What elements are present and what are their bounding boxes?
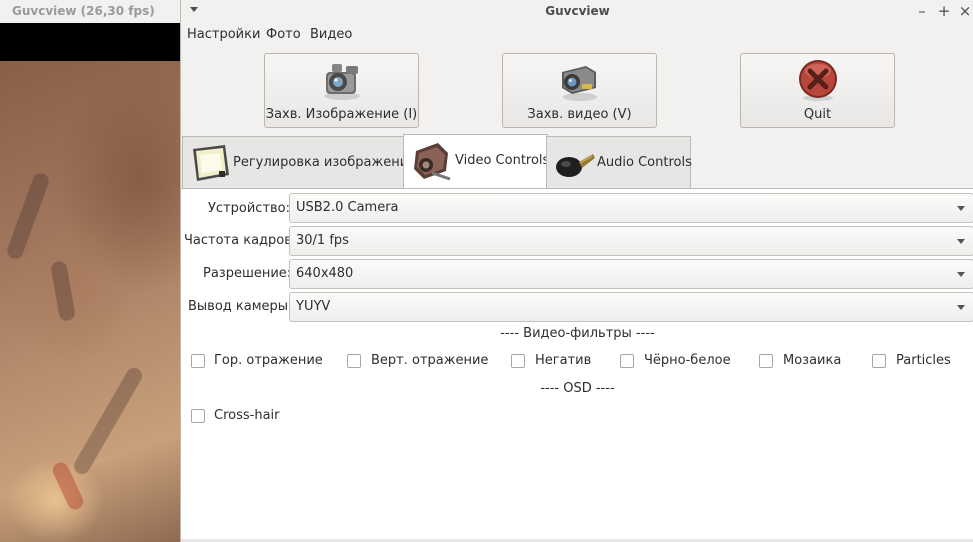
frame-rate-value: 30/1 fps <box>296 233 349 248</box>
video-camera-icon <box>562 66 597 101</box>
camera-output-value: YUYV <box>296 299 331 314</box>
quit-x-icon <box>799 60 837 101</box>
camera-preview-image <box>0 61 180 542</box>
resolution-value: 640x480 <box>296 266 354 281</box>
filter-vmirror-label[interactable]: Верт. отражение <box>371 353 488 368</box>
filter-mosaic-label[interactable]: Мозаика <box>783 353 841 368</box>
chevron-down-icon <box>957 305 965 310</box>
tab-video-controls-label: Video Controls <box>455 153 550 168</box>
osd-title: ---- OSD ---- <box>540 381 615 396</box>
minimize-button[interactable]: – <box>914 2 930 20</box>
menu-photo[interactable]: Фото <box>266 27 301 42</box>
guvcview-window: Guvcview – + × Настройки Фото Видео Захв… <box>180 0 973 542</box>
filter-particles-checkbox[interactable] <box>872 354 886 368</box>
capture-image-label: Захв. Изображение (I) <box>265 107 418 122</box>
close-window-button[interactable]: × <box>957 2 973 20</box>
filter-hmirror-checkbox[interactable] <box>191 354 205 368</box>
chevron-down-icon <box>957 272 965 277</box>
chevron-down-icon <box>957 239 965 244</box>
resolution-label: Разрешение: <box>203 266 292 281</box>
filter-vmirror-checkbox[interactable] <box>347 354 361 368</box>
camcorder-icon <box>414 143 451 181</box>
quit-label: Quit <box>803 107 832 122</box>
camera-output-select[interactable]: YUYV <box>289 292 973 322</box>
filter-mono-checkbox[interactable] <box>620 354 634 368</box>
menu-video[interactable]: Видео <box>310 27 352 42</box>
preview-window: Guvcview (26,30 fps) <box>0 0 180 542</box>
tab-audio-controls-label: Audio Controls <box>597 155 692 170</box>
device-value: USB2.0 Camera <box>296 200 399 215</box>
tv-icon <box>193 145 229 181</box>
tab-audio-controls[interactable]: Audio Controls <box>546 136 692 189</box>
filter-particles-label[interactable]: Particles <box>896 353 951 368</box>
preview-letterbox <box>0 23 180 61</box>
camera-output-label: Вывод камеры: <box>188 299 293 314</box>
filter-negative-label[interactable]: Негатив <box>535 353 591 368</box>
filter-hmirror-label[interactable]: Гор. отражение <box>214 353 323 368</box>
tab-video-controls[interactable]: Video Controls <box>403 134 550 190</box>
frame-rate-select[interactable]: 30/1 fps <box>289 226 973 256</box>
camera-icon <box>324 64 360 100</box>
video-controls-panel: Устройство: USB2.0 Camera Частота кадров… <box>181 189 973 542</box>
filter-mono-label[interactable]: Чёрно-белое <box>644 353 731 368</box>
filter-negative-checkbox[interactable] <box>511 354 525 368</box>
maximize-button[interactable]: + <box>936 2 952 20</box>
titlebar[interactable]: Guvcview – + × <box>181 0 973 23</box>
preview-title: Guvcview (26,30 fps) <box>12 4 155 18</box>
video-filters-title: ---- Видео-фильтры ---- <box>500 326 655 341</box>
device-select[interactable]: USB2.0 Camera <box>289 193 973 223</box>
capture-image-button[interactable]: Захв. Изображение (I) <box>264 53 419 128</box>
capture-video-button[interactable]: Захв. видео (V) <box>502 53 657 128</box>
frame-rate-label: Частота кадров: <box>184 233 297 248</box>
preview-titlebar[interactable]: Guvcview (26,30 fps) <box>0 0 180 24</box>
capture-video-label: Захв. видео (V) <box>527 107 632 122</box>
resolution-select[interactable]: 640x480 <box>289 259 973 289</box>
quit-button[interactable]: Quit <box>740 53 895 128</box>
tab-image-controls-label: Регулировка изображения <box>233 155 416 170</box>
chevron-down-icon <box>957 206 965 211</box>
microphone-icon <box>556 154 595 177</box>
menu-settings[interactable]: Настройки <box>187 27 260 42</box>
osd-crosshair-label[interactable]: Cross-hair <box>214 408 280 423</box>
window-title: Guvcview <box>545 4 610 18</box>
device-label: Устройство: <box>208 201 291 216</box>
tab-image-controls[interactable]: Регулировка изображения <box>182 136 416 189</box>
filter-mosaic-checkbox[interactable] <box>759 354 773 368</box>
osd-crosshair-checkbox[interactable] <box>191 409 205 423</box>
